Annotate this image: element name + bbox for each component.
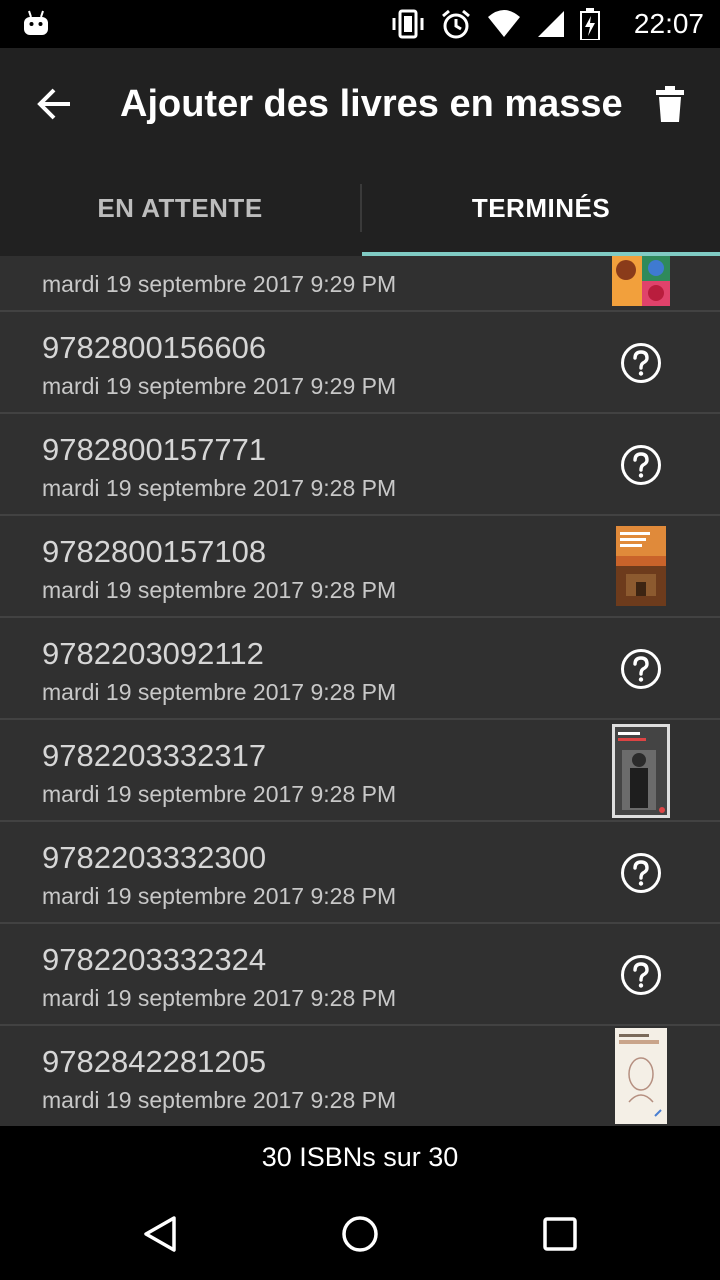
list-item-isbn: 9782203092112 [42, 636, 264, 671]
battery-icon [580, 8, 600, 40]
list-item[interactable]: 9782800157108 mardi 19 septembre 2017 9:… [0, 516, 720, 618]
book-cover-image [616, 526, 666, 606]
list-item[interactable]: 9782842281205 mardi 19 septembre 2017 9:… [0, 1026, 720, 1126]
unknown-cover-icon [621, 649, 661, 689]
book-cover-image [612, 724, 670, 818]
unknown-cover-icon [621, 955, 661, 995]
book-cover-image [615, 1028, 667, 1124]
list-item-isbn: 9782203332317 [42, 738, 267, 773]
list-item-date: mardi 19 septembre 2017 9:28 PM [42, 985, 397, 1011]
arrow-back-icon[interactable] [34, 84, 74, 124]
list-item-date: mardi 19 septembre 2017 9:28 PM [42, 577, 397, 603]
list-item[interactable]: 9782203332324 mardi 19 septembre 2017 9:… [0, 924, 720, 1026]
unknown-cover-icon [621, 343, 661, 383]
vibrate-icon [392, 9, 424, 39]
home-circle-icon[interactable] [338, 1212, 382, 1256]
list-item[interactable]: 9782800157771 mardi 19 septembre 2017 9:… [0, 414, 720, 516]
list-item-date: mardi 19 septembre 2017 9:28 PM [42, 679, 397, 705]
back-triangle-icon[interactable] [138, 1212, 182, 1256]
list-item-date: mardi 19 septembre 2017 9:28 PM [42, 781, 397, 807]
list-item-date: mardi 19 septembre 2017 9:28 PM [42, 1087, 397, 1113]
list-item[interactable]: 9782800156606 mardi 19 septembre 2017 9:… [0, 312, 720, 414]
list-item-date: mardi 19 septembre 2017 9:28 PM [42, 475, 397, 501]
list-item-isbn: 9782842281205 [42, 1044, 267, 1079]
list-item-isbn: 9782800157108 [42, 534, 267, 569]
list-item-isbn: 9782800157771 [42, 432, 267, 467]
page-title: Ajouter des livres en masse [120, 83, 623, 125]
tab-termines[interactable]: TERMINÉS [362, 160, 720, 256]
list-item[interactable]: 9782203332300 mardi 19 septembre 2017 9:… [0, 822, 720, 924]
status-time: 22:07 [633, 8, 704, 39]
unknown-cover-icon [621, 853, 661, 893]
unknown-cover-icon [621, 445, 661, 485]
trash-icon[interactable] [650, 84, 690, 124]
list-item-date: mardi 19 septembre 2017 9:29 PM [42, 271, 397, 297]
book-cover-image [612, 256, 670, 306]
app-bar: Ajouter des livres en masse [0, 48, 720, 160]
recents-square-icon[interactable] [538, 1212, 582, 1256]
isbn-list[interactable]: mardi 19 septembre 2017 9:29 PM 97828001… [0, 256, 720, 1126]
list-item[interactable]: 9782203092112 mardi 19 septembre 2017 9:… [0, 618, 720, 720]
list-item-date: mardi 19 septembre 2017 9:29 PM [42, 373, 397, 399]
wifi-icon [488, 10, 520, 37]
tab-bar: EN ATTENTE TERMINÉS [0, 160, 720, 256]
list-item[interactable]: 9782203332317 mardi 19 septembre 2017 9:… [0, 720, 720, 822]
android-icon [24, 10, 48, 35]
system-nav-bar [0, 1188, 720, 1280]
list-item[interactable]: mardi 19 septembre 2017 9:29 PM [0, 256, 720, 312]
status-bar: 22:07 [0, 0, 720, 48]
list-item-date: mardi 19 septembre 2017 9:28 PM [42, 883, 397, 909]
list-item-isbn: 9782203332324 [42, 942, 267, 977]
alarm-icon [442, 9, 470, 39]
signal-icon [538, 11, 564, 37]
tab-en-attente[interactable]: EN ATTENTE [0, 160, 360, 256]
isbn-count-text: 30 ISBNs sur 30 [261, 1141, 459, 1172]
list-item-isbn: 9782203332300 [42, 840, 267, 875]
isbn-count-footer: 30 ISBNs sur 30 [0, 1126, 720, 1188]
list-item-isbn: 9782800156606 [42, 330, 267, 365]
